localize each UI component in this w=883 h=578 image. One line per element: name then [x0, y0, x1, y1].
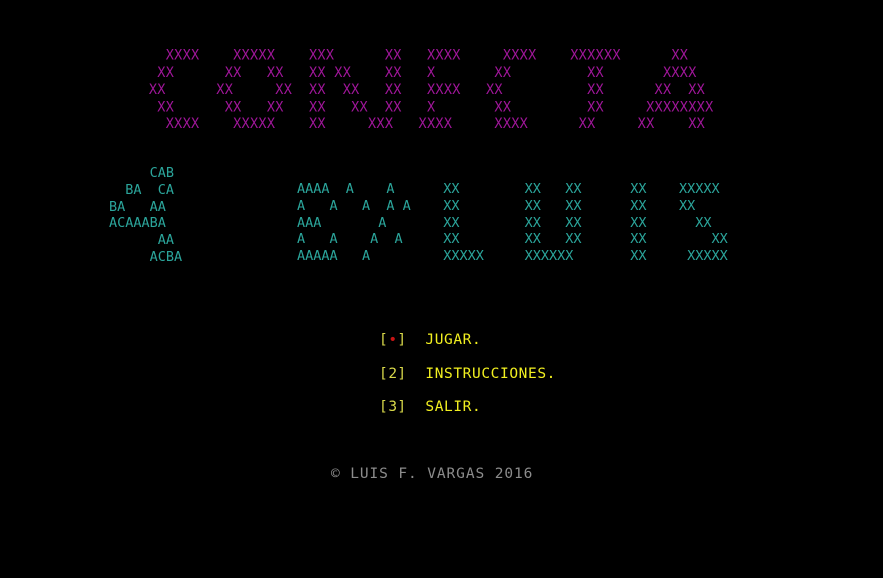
menu-label-salir: SALIR. [425, 399, 482, 415]
bracket-close: ] [397, 399, 407, 415]
selected-marker-icon: • [388, 332, 398, 348]
title-ascii-art: XXXX XXXXX XXX XX XXXX XXXX XXXXXX XX XX… [132, 47, 714, 133]
subtitle-art-line: BA AA [109, 198, 166, 215]
bracket-open: [ [379, 366, 389, 382]
bracket-close: ] [397, 366, 407, 382]
menu-key-2: 2 [388, 366, 398, 382]
copyright-notice: © LUIS F. VARGAS 2016 [331, 466, 534, 482]
subtitle-art-line: A A A A XX XX XX XX XX [297, 231, 728, 248]
subtitle-art-line: ACAAABA [109, 215, 166, 232]
bracket-open: [ [379, 399, 389, 415]
subtitle-art-line: AAA A XX XX XX XX XX [297, 214, 712, 231]
bracket-close: ] [397, 332, 407, 348]
menu-label-jugar: JUGAR. [425, 332, 482, 348]
menu-item-salir[interactable]: [3] SALIR. [379, 397, 481, 417]
console-window: XXXX XXXXX XXX XX XXXX XXXX XXXXXX XX XX… [0, 0, 883, 578]
subtitle-art-line: CAB [109, 165, 175, 181]
menu-item-instrucciones[interactable]: [2] INSTRUCCIONES. [379, 364, 556, 384]
menu-label-instrucciones: INSTRUCCIONES. [425, 366, 556, 382]
subtitle-art-line: AAAA A A XX XX XX XX XXXXX [297, 181, 720, 197]
subtitle-ascii-art-left: CAB BA CA BA AA ACAAABA AA ACBA [109, 165, 182, 266]
subtitle-art-line: AA [109, 232, 175, 249]
subtitle-art-line: A A A A A XX XX XX XX XX [297, 197, 696, 214]
subtitle-art-line: AAAAA A XXXXX XXXXXX XX XXXXX [297, 248, 728, 265]
title-art-line: XXXX XXXXX XX XXX XXXX XXXX XX XX XX [132, 116, 706, 133]
title-art-line: XX XX XX XX XX XX X XX XX XXXX [132, 64, 697, 81]
subtitle-ascii-art-right: AAAA A A XX XX XX XX XXXXX A A A A A XX … [297, 181, 728, 265]
subtitle-art-line: ACBA [109, 248, 183, 265]
title-art-line: XXXX XXXXX XXX XX XXXX XXXX XXXXXX XX [132, 47, 689, 64]
menu-item-jugar[interactable]: [•] JUGAR. [379, 330, 481, 350]
subtitle-art-line: BA CA [109, 181, 175, 198]
title-art-line: XX XX XX XX XX XX X XX XX XXXXXXXX [132, 98, 714, 116]
title-art-line: XX XX XX XX XX XX XXXX XX XX XX XX [132, 81, 706, 99]
menu-key-3: 3 [388, 399, 398, 415]
bracket-open: [ [379, 332, 389, 348]
